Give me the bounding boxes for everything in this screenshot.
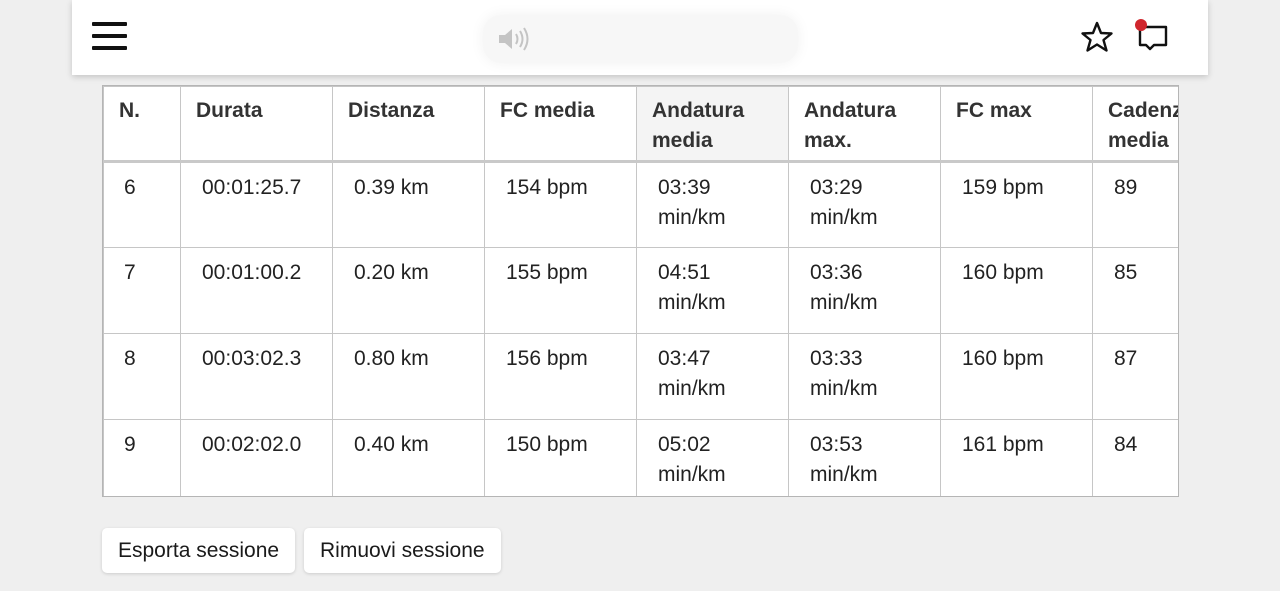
table-cell: 03:33 min/km [788, 333, 941, 420]
table-cell: 00:01:25.7 [180, 161, 333, 248]
top-toolbar [72, 0, 1208, 75]
table-cell: 6 [103, 161, 181, 248]
hamburger-menu-icon[interactable] [92, 22, 127, 50]
table-cell: 84 [1092, 419, 1178, 496]
column-header: FC max [940, 86, 1093, 163]
table-cell: 7 [103, 247, 181, 334]
table-cell: 89 [1092, 161, 1178, 248]
table-cell: 0.20 km [332, 247, 485, 334]
table-cell: 03:36 min/km [788, 247, 941, 334]
table-header-row: N. Durata Distanza FC media Andatura med… [103, 86, 1178, 163]
table-row: 8 00:03:02.3 0.80 km 156 bpm 03:47 min/k… [103, 333, 1178, 420]
table-cell: 00:01:00.2 [180, 247, 333, 334]
table-cell: 04:51 min/km [636, 247, 789, 334]
table-cell: 155 bpm [484, 247, 637, 334]
table-row: 9 00:02:02.0 0.40 km 150 bpm 05:02 min/k… [103, 419, 1178, 496]
table-cell: 8 [103, 333, 181, 420]
table-cell: 160 bpm [940, 333, 1093, 420]
table-cell: 154 bpm [484, 161, 637, 248]
table-cell: 9 [103, 419, 181, 496]
remove-session-button[interactable]: Rimuovi sessione [304, 528, 501, 573]
laps-table-container[interactable]: N. Durata Distanza FC media Andatura med… [102, 85, 1179, 497]
table-cell: 160 bpm [940, 247, 1093, 334]
table-cell: 156 bpm [484, 333, 637, 420]
page: N. Durata Distanza FC media Andatura med… [0, 0, 1280, 591]
table-cell: 03:47 min/km [636, 333, 789, 420]
column-header: Cadenza media [1092, 86, 1178, 163]
table-cell: 0.39 km [332, 161, 485, 248]
notification-dot [1135, 19, 1147, 31]
table-cell: 00:03:02.3 [180, 333, 333, 420]
laps-table: N. Durata Distanza FC media Andatura med… [103, 86, 1178, 496]
table-cell: 161 bpm [940, 419, 1093, 496]
cast-icon[interactable] [1132, 18, 1170, 52]
column-header: FC media [484, 86, 637, 163]
table-cell: 0.40 km [332, 419, 485, 496]
export-session-button[interactable]: Esporta sessione [102, 528, 296, 573]
table-cell: 87 [1092, 333, 1178, 420]
column-header: Andatura media [636, 86, 789, 163]
table-cell: 85 [1092, 247, 1178, 334]
column-header: Andatura max. [788, 86, 941, 163]
column-header: N. [103, 86, 181, 163]
table-cell: 03:39 min/km [636, 161, 789, 248]
table-cell: 03:53 min/km [788, 419, 941, 496]
table-cell: 159 bpm [940, 161, 1093, 248]
star-icon[interactable] [1080, 20, 1114, 54]
table-row: 6 00:01:25.7 0.39 km 154 bpm 03:39 min/k… [103, 161, 1178, 248]
table-cell: 05:02 min/km [636, 419, 789, 496]
audio-control[interactable] [483, 15, 798, 63]
table-cell: 150 bpm [484, 419, 637, 496]
table-cell: 00:02:02.0 [180, 419, 333, 496]
table-cell: 0.80 km [332, 333, 485, 420]
speaker-icon[interactable] [497, 25, 533, 53]
column-header: Durata [180, 86, 333, 163]
table-row: 7 00:01:00.2 0.20 km 155 bpm 04:51 min/k… [103, 247, 1178, 334]
table-cell: 03:29 min/km [788, 161, 941, 248]
column-header: Distanza [332, 86, 485, 163]
